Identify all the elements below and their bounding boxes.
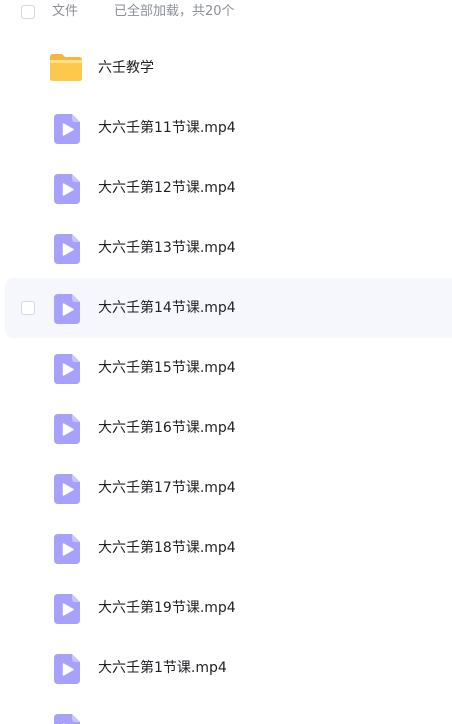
- file-list-page: 文件 已全部加载，共20个 六壬教学大六壬第11节课.mp4 大六壬第12节课.m…: [0, 0, 452, 724]
- video-file-icon: [54, 414, 80, 444]
- file-name[interactable]: 大六壬第16节课.mp4: [98, 419, 236, 437]
- folder-icon: [50, 54, 82, 81]
- file-row[interactable]: 大六壬第13节课.mp4: [5, 218, 452, 278]
- file-row[interactable]: 大六壬第19节课.mp4: [5, 578, 452, 638]
- file-name[interactable]: 大六壬第11节课.mp4: [98, 119, 236, 137]
- video-file-icon: [54, 234, 80, 264]
- file-name[interactable]: 大六壬第14节课.mp4: [98, 299, 236, 317]
- video-file-icon: [54, 534, 80, 564]
- file-name[interactable]: 大六壬第12节课.mp4: [98, 179, 236, 197]
- column-header-file[interactable]: 文件: [52, 3, 78, 21]
- file-name[interactable]: 大六壬第18节课.mp4: [98, 539, 236, 557]
- file-row[interactable]: 大六壬第16节课.mp4: [5, 398, 452, 458]
- video-file-icon: [54, 354, 80, 384]
- file-name[interactable]: 大六壬第13节课.mp4: [98, 239, 236, 257]
- folder-row[interactable]: 六壬教学: [5, 38, 452, 98]
- video-file-icon: [54, 474, 80, 504]
- file-row[interactable]: 大六壬第14节课.mp4: [5, 278, 452, 338]
- video-file-icon: [54, 294, 80, 324]
- file-row[interactable]: 大六壬第18节课.mp4: [5, 518, 452, 578]
- file-row[interactable]: 大六壬第11节课.mp4: [5, 98, 452, 158]
- file-name[interactable]: 大六壬第19节课.mp4: [98, 599, 236, 617]
- file-name[interactable]: 大六壬第17节课.mp4: [98, 479, 236, 497]
- video-file-icon: [54, 594, 80, 624]
- load-status: 已全部加载，共20个: [114, 4, 235, 19]
- file-row[interactable]: [5, 698, 452, 724]
- file-name[interactable]: 大六壬第1节课.mp4: [98, 659, 227, 677]
- file-name[interactable]: 大六壬第15节课.mp4: [98, 359, 236, 377]
- video-file-icon: [54, 714, 80, 724]
- file-row[interactable]: 大六壬第15节课.mp4: [5, 338, 452, 398]
- video-file-icon: [54, 114, 80, 144]
- video-file-icon: [54, 654, 80, 684]
- file-list: 六壬教学大六壬第11节课.mp4 大六壬第12节课.mp4 大六壬第13节课.mp4…: [0, 38, 452, 724]
- list-header: 文件 已全部加载，共20个: [0, 0, 452, 26]
- file-row[interactable]: 大六壬第1节课.mp4: [5, 638, 452, 698]
- file-row[interactable]: 大六壬第17节课.mp4: [5, 458, 452, 518]
- file-name[interactable]: 六壬教学: [98, 59, 154, 77]
- row-checkbox[interactable]: [21, 301, 35, 315]
- file-row[interactable]: 大六壬第12节课.mp4: [5, 158, 452, 218]
- select-all-checkbox[interactable]: [21, 5, 35, 19]
- video-file-icon: [54, 174, 80, 204]
